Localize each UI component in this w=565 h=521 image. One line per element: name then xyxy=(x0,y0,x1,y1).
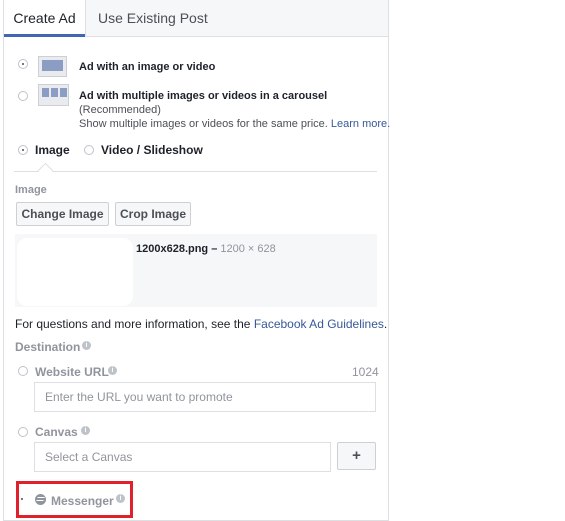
destination-heading: Destination xyxy=(15,340,81,354)
website-url-char-count: 1024 xyxy=(352,365,379,379)
single-image-icon xyxy=(38,56,67,77)
change-image-button[interactable]: Change Image xyxy=(16,202,109,226)
canvas-select[interactable] xyxy=(34,442,331,472)
format-carousel-subtitle: (Recommended) xyxy=(79,104,161,116)
media-video-radio[interactable] xyxy=(84,145,94,155)
media-image-radio[interactable] xyxy=(18,145,28,155)
image-file-info: 1200x628.png – 1200 × 628 xyxy=(136,243,276,255)
format-single-radio[interactable] xyxy=(18,59,28,69)
carousel-icon xyxy=(38,84,69,106)
format-carousel-title: Ad with multiple images or videos in a c… xyxy=(79,90,328,102)
tab-bar: Create Ad Use Existing Post xyxy=(4,0,388,37)
crop-image-button[interactable]: Crop Image xyxy=(115,202,191,226)
tab-use-existing-post[interactable]: Use Existing Post xyxy=(85,0,220,36)
messenger-highlight-box xyxy=(16,481,133,518)
media-video-label[interactable]: Video / Slideshow xyxy=(101,143,203,157)
media-image-label[interactable]: Image xyxy=(35,143,70,157)
selected-pointer xyxy=(37,162,54,179)
tab-create-ad[interactable]: Create Ad xyxy=(4,0,85,37)
image-heading: Image xyxy=(15,184,47,196)
ad-creative-panel: Create Ad Use Existing Post Ad with an i… xyxy=(3,0,391,521)
format-carousel-description: Show multiple images or videos for the s… xyxy=(79,118,391,130)
website-url-input[interactable] xyxy=(34,382,376,412)
website-url-radio[interactable] xyxy=(18,366,28,376)
format-carousel-radio[interactable] xyxy=(18,91,28,101)
learn-more-link[interactable]: Learn more. xyxy=(331,118,390,130)
destination-info-icon[interactable]: i xyxy=(82,341,91,350)
guidelines-text: For questions and more information, see … xyxy=(15,317,388,331)
image-thumbnail xyxy=(17,238,133,306)
website-url-label[interactable]: Website URL xyxy=(35,365,109,379)
website-url-info-icon[interactable]: i xyxy=(108,366,117,375)
add-canvas-button[interactable]: + xyxy=(337,442,376,470)
ad-guidelines-link[interactable]: Facebook Ad Guidelines xyxy=(254,317,384,331)
canvas-info-icon[interactable]: i xyxy=(81,426,90,435)
image-preview-box: 1200x628.png – 1200 × 628 xyxy=(15,234,377,307)
canvas-radio[interactable] xyxy=(18,427,28,437)
canvas-label[interactable]: Canvas xyxy=(35,425,78,439)
media-divider xyxy=(14,171,377,172)
format-single-title: Ad with an image or video xyxy=(79,61,216,73)
